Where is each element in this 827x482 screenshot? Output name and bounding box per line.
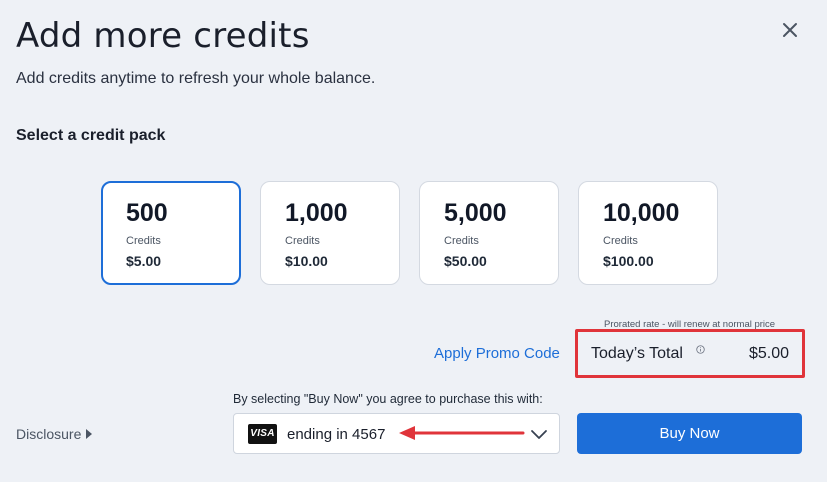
pack-amount: 1,000 xyxy=(285,199,348,227)
pack-amount: 500 xyxy=(126,199,168,227)
credit-pack-5000[interactable]: 5,000 Credits $50.00 xyxy=(419,181,559,285)
buy-now-button[interactable]: Buy Now xyxy=(577,413,802,454)
annotation-arrow-icon xyxy=(399,426,525,440)
pack-unit: Credits xyxy=(285,235,320,247)
credit-pack-1000[interactable]: 1,000 Credits $10.00 xyxy=(260,181,400,285)
todays-total-box: Today’s Total $5.00 xyxy=(575,329,805,378)
disclosure-toggle[interactable]: Disclosure xyxy=(16,426,93,442)
pack-unit: Credits xyxy=(603,235,638,247)
pack-price: $5.00 xyxy=(126,253,162,269)
disclosure-label: Disclosure xyxy=(16,426,82,442)
caret-right-icon xyxy=(86,429,93,439)
pack-unit: Credits xyxy=(126,235,161,247)
pack-price: $10.00 xyxy=(285,253,328,269)
pack-price: $50.00 xyxy=(444,253,487,269)
pack-unit: Credits xyxy=(444,235,479,247)
pack-amount: 10,000 xyxy=(603,199,680,227)
chevron-down-icon xyxy=(531,430,547,439)
pack-amount: 5,000 xyxy=(444,199,507,227)
section-title: Select a credit pack xyxy=(16,127,166,144)
card-ending-text: ending in 4567 xyxy=(287,426,386,443)
close-icon xyxy=(783,23,797,37)
dialog-subtitle: Add credits anytime to refresh your whol… xyxy=(16,70,376,87)
pack-price: $100.00 xyxy=(603,253,654,269)
info-icon[interactable] xyxy=(696,345,705,354)
credit-pack-500[interactable]: 500 Credits $5.00 xyxy=(101,181,241,285)
credit-pack-list: 500 Credits $5.00 1,000 Credits $10.00 5… xyxy=(101,181,718,285)
visa-card-icon: VISA xyxy=(248,424,277,444)
close-button[interactable] xyxy=(778,18,802,42)
purchase-agreement-text: By selecting "Buy Now" you agree to purc… xyxy=(233,392,543,406)
apply-promo-code-link[interactable]: Apply Promo Code xyxy=(434,345,560,362)
credit-pack-10000[interactable]: 10,000 Credits $100.00 xyxy=(578,181,718,285)
dialog-title: Add more credits xyxy=(16,16,310,56)
total-label: Today’s Total xyxy=(591,345,683,362)
total-value: $5.00 xyxy=(748,345,789,362)
